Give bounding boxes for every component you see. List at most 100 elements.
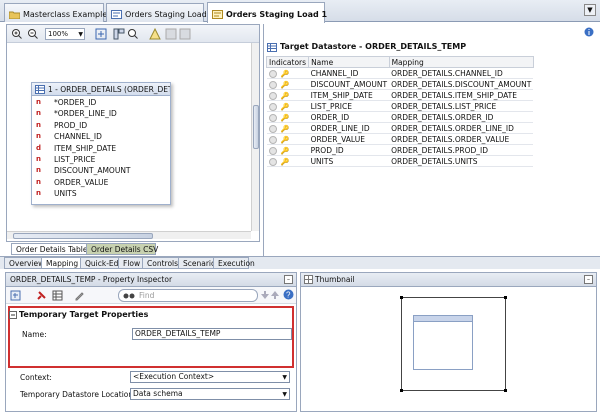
- column-header-name[interactable]: Name: [308, 56, 390, 68]
- table-row[interactable]: 🔑 LIST_PRICE ORDER_DETAILS.LIST_PRICE: [266, 100, 534, 112]
- column-header-mapping[interactable]: Mapping: [388, 56, 534, 68]
- tab-scenarios[interactable]: Scenarios: [178, 257, 220, 269]
- disabled-tool-icon: [165, 28, 177, 40]
- tab-orders-staging-load-1[interactable]: Orders Staging Load 1: [207, 2, 327, 23]
- table-row[interactable]: 🔑 UNITS ORDER_DETAILS.UNITS: [266, 155, 534, 167]
- tab-list-dropdown-button[interactable]: ▼: [584, 4, 596, 16]
- viewport-handle[interactable]: [400, 389, 403, 392]
- indicator-icon: [268, 124, 277, 133]
- column-type-icon: n: [36, 98, 41, 106]
- find-input[interactable]: Find: [118, 289, 258, 302]
- table-row[interactable]: 🔑 ORDER_VALUE ORDER_DETAILS.ORDER_VALUE: [266, 133, 534, 145]
- svg-text:?: ?: [286, 291, 291, 300]
- key-icon: 🔑: [280, 80, 290, 89]
- thumbnail-title: Thumbnail: [301, 273, 596, 287]
- column-name-cell: ORDER_VALUE: [308, 133, 390, 145]
- column-name-cell: ORDER_LINE_ID: [308, 122, 390, 134]
- target-datastore-pane: Target Datastore - ORDER_DETAILS_TEMP In…: [263, 24, 600, 266]
- diagram-pane: 100% ▼ 1 - ORDER_DETAILS (ORDER_DETAI n *O…: [6, 24, 260, 242]
- table-icon: [35, 85, 45, 94]
- pin-icon[interactable]: [36, 290, 47, 303]
- minimize-button[interactable]: –: [584, 275, 593, 284]
- column-name-cell: ITEM_SHIP_DATE: [308, 89, 390, 101]
- horizontal-scrollbar[interactable]: [7, 231, 251, 239]
- mapping-expression-cell: ORDER_DETAILS.PROD_ID: [389, 144, 534, 156]
- tab-mapping[interactable]: Mapping: [41, 257, 81, 269]
- tab-overview[interactable]: Overview: [4, 257, 44, 269]
- fit-to-window-icon[interactable]: [95, 28, 107, 40]
- tab-controls[interactable]: Controls: [142, 257, 179, 269]
- target-mapping-table: Indicators Name Mapping 🔑 CHANNEL_ID ORDER…: [265, 56, 534, 167]
- datastore-title: 1 - ORDER_DETAILS (ORDER_DETAI: [32, 83, 170, 96]
- binoculars-icon: [123, 291, 135, 303]
- viewport-handle[interactable]: [504, 389, 507, 392]
- table-row[interactable]: 🔑 PROD_ID ORDER_DETAILS.PROD_ID: [266, 144, 534, 156]
- editor-tab-bar: Masterclass Examples Orders Staging Load…: [0, 0, 600, 23]
- diagram-toolbar: 100% ▼: [7, 25, 259, 43]
- edit-icon[interactable]: [74, 290, 85, 303]
- source-datastore-box[interactable]: 1 - ORDER_DETAILS (ORDER_DETAI n *ORDER_I…: [31, 82, 171, 205]
- scrollbar-thumb[interactable]: [13, 233, 153, 239]
- column-name: LIST_PRICE: [54, 155, 96, 164]
- property-inspector-title: ORDER_DETAILS_TEMP - Property Inspector: [6, 273, 296, 287]
- column-name-cell: CHANNEL_ID: [308, 67, 390, 79]
- location-select[interactable]: Data schema ▼: [130, 388, 290, 400]
- key-icon: 🔑: [280, 102, 290, 111]
- column-name-cell: DISCOUNT_AMOUNT: [308, 78, 390, 90]
- context-select[interactable]: <Execution Context> ▼: [130, 371, 290, 383]
- mapping-expression-cell: ORDER_DETAILS.DISCOUNT_AMOUNT: [389, 78, 534, 90]
- collapse-icon[interactable]: [9, 311, 17, 321]
- column-name: *ORDER_LINE_ID: [54, 109, 117, 119]
- column-type-icon: n: [36, 109, 41, 118]
- minimize-button[interactable]: –: [284, 275, 293, 284]
- layout-icon[interactable]: [113, 28, 125, 40]
- indicator-icon: [268, 135, 277, 144]
- zoom-select[interactable]: 100% ▼: [45, 28, 85, 40]
- thumbnail-datastore: [413, 315, 473, 370]
- vertical-scrollbar[interactable]: [251, 43, 259, 231]
- thumbnail-icon: [304, 275, 313, 288]
- indicator-icon: [268, 113, 277, 122]
- viewport-handle[interactable]: [504, 296, 507, 299]
- tab-order-details-table[interactable]: Order Details Table: [11, 243, 87, 255]
- location-label: Temporary Datastore Location:: [20, 390, 136, 399]
- viewport-handle[interactable]: [400, 296, 403, 299]
- help-icon[interactable]: ?: [283, 289, 294, 302]
- column-name: CHANNEL_ID: [54, 132, 102, 142]
- tab-quick-edit[interactable]: Quick-Edit: [80, 257, 123, 269]
- table-row[interactable]: 🔑 ORDER_ID ORDER_DETAILS.ORDER_ID: [266, 111, 534, 123]
- tab-masterclass-examples[interactable]: Masterclass Examples: [4, 3, 111, 22]
- table-row[interactable]: 🔑 DISCOUNT_AMOUNT ORDER_DETAILS.DISCOUNT_A…: [266, 78, 534, 90]
- grid-icon[interactable]: [52, 290, 63, 303]
- link-icon[interactable]: [10, 290, 21, 303]
- warning-icon[interactable]: [149, 27, 161, 40]
- key-icon: 🔑: [280, 69, 290, 78]
- table-row[interactable]: 🔑 CHANNEL_ID ORDER_DETAILS.CHANNEL_ID: [266, 67, 534, 79]
- scrollbar-thumb[interactable]: [253, 105, 259, 149]
- mapping-tab-bar: Overview Mapping Quick-Edit Flow Controls Sce…: [0, 256, 600, 269]
- table-row[interactable]: 🔑 ORDER_LINE_ID ORDER_DETAILS.ORDER_LINE_I…: [266, 122, 534, 134]
- indicator-icon: [268, 91, 277, 100]
- arrow-down-icon[interactable]: [260, 290, 270, 302]
- mapping-expression-cell: ORDER_DETAILS.UNITS: [389, 155, 534, 167]
- zoom-in-icon[interactable]: [11, 28, 23, 40]
- table-row[interactable]: 🔑 ITEM_SHIP_DATE ORDER_DETAILS.ITEM_SHIP_D…: [266, 89, 534, 101]
- key-icon: 🔑: [280, 135, 290, 144]
- column-name: ITEM_SHIP_DATE: [54, 143, 117, 153]
- thumbnail-panel: Thumbnail –: [300, 272, 597, 412]
- table-icon: [267, 43, 277, 52]
- tab-orders-staging-load-2[interactable]: Orders Staging Load 2 ×: [106, 3, 226, 22]
- column-name-cell: UNITS: [308, 155, 390, 167]
- tab-execution[interactable]: Execution: [213, 257, 255, 269]
- search-icon[interactable]: [127, 28, 139, 40]
- info-icon[interactable]: [584, 27, 594, 37]
- name-field[interactable]: ORDER_DETAILS_TEMP: [132, 328, 292, 340]
- mapping-expression-cell: ORDER_DETAILS.ORDER_VALUE: [389, 133, 534, 145]
- arrow-up-icon[interactable]: [270, 290, 280, 302]
- mapping-expression-cell: ORDER_DETAILS.LIST_PRICE: [389, 100, 534, 112]
- key-icon: 🔑: [280, 157, 290, 166]
- tab-flow[interactable]: Flow: [118, 257, 143, 269]
- column-header-indicators[interactable]: Indicators: [265, 56, 310, 68]
- tab-order-details-csv[interactable]: Order Details CSV: [86, 243, 158, 255]
- zoom-out-icon[interactable]: [27, 28, 39, 40]
